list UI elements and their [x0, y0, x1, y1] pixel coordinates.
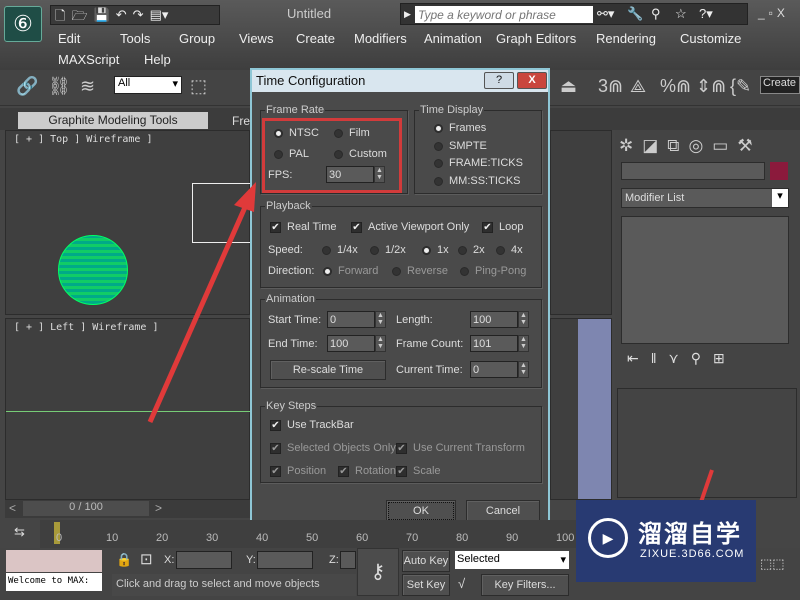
- auto-key-button[interactable]: Auto Key: [402, 550, 450, 572]
- key-filters-button[interactable]: Key Filters...: [481, 574, 569, 596]
- track-tick-label: 70: [406, 532, 419, 544]
- key-mode-value: Selected: [457, 553, 500, 565]
- track-tick-label: 50: [306, 532, 319, 544]
- tangent-icon[interactable]: √: [458, 576, 465, 591]
- track-tick-label: 90: [506, 532, 519, 544]
- maxscript-mini-listener[interactable]: Welcome to MAX:: [6, 573, 102, 591]
- watermark-url: ZIXUE.3D66.COM: [640, 548, 745, 560]
- viewport-nav-icons[interactable]: ⬚⬚: [760, 556, 785, 572]
- set-key-button[interactable]: Set Key: [402, 574, 450, 596]
- status-prompt: Click and drag to select and move object…: [112, 574, 356, 596]
- track-tick-label: 20: [156, 532, 169, 544]
- track-bar[interactable]: 0 10 20 30 40 50 60 70 80 90 100: [40, 520, 580, 548]
- track-tick-label: 0: [56, 532, 63, 544]
- curve-editor-icon[interactable]: ⇆: [14, 524, 25, 540]
- z-label: Z:: [329, 554, 339, 566]
- time-slider[interactable]: < 0 / 100 >: [5, 500, 250, 518]
- y-label: Y:: [246, 554, 256, 566]
- prev-frame-icon[interactable]: <: [9, 501, 16, 515]
- track-tick-label: 10: [106, 532, 119, 544]
- arrow-head: [234, 182, 256, 212]
- watermark: ▶ 溜溜自学 ZIXUE.3D66.COM: [576, 500, 756, 582]
- track-tick-label: 60: [356, 532, 369, 544]
- x-label: X:: [164, 554, 175, 566]
- track-tick-label: 30: [206, 532, 219, 544]
- maxscript-listener[interactable]: [6, 550, 102, 572]
- arrow-shaft: [147, 203, 249, 424]
- track-tick-label: 100: [556, 532, 575, 544]
- track-tick-label: 80: [456, 532, 469, 544]
- next-frame-icon[interactable]: >: [155, 501, 162, 515]
- watermark-brand: 溜溜自学: [638, 521, 742, 548]
- chevron-down-icon: ▾: [560, 554, 566, 566]
- z-coordinate-field[interactable]: [340, 551, 356, 569]
- key-mode-dropdown[interactable]: Selected ▾: [455, 551, 569, 569]
- absolute-mode-icon[interactable]: ⊡: [140, 550, 153, 568]
- x-coordinate-field[interactable]: [176, 551, 232, 569]
- y-coordinate-field[interactable]: [257, 551, 313, 569]
- track-tick-label: 40: [256, 532, 269, 544]
- play-logo-icon: ▶: [588, 518, 628, 558]
- lock-icon[interactable]: 🔒: [116, 552, 132, 568]
- set-key-mode-key-icon[interactable]: ⚷: [357, 548, 399, 596]
- time-slider-thumb[interactable]: 0 / 100: [23, 501, 149, 516]
